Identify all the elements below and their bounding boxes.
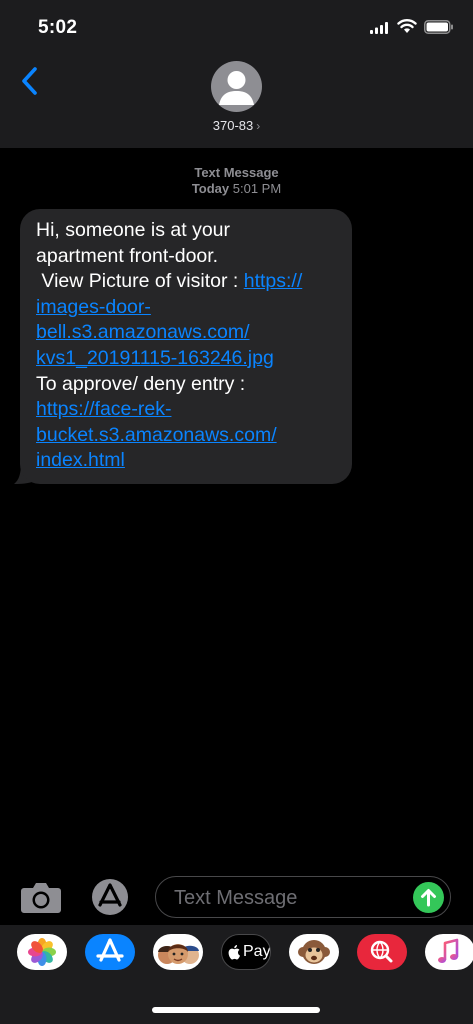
visitor-picture-link[interactable]: bell.s3.amazonaws.com/ bbox=[36, 320, 338, 346]
web-search-icon[interactable] bbox=[357, 934, 407, 970]
battery-icon bbox=[424, 20, 453, 34]
message-line: Hi, someone is at your bbox=[36, 219, 231, 241]
apple-pay-icon[interactable]: Pay bbox=[221, 934, 271, 970]
contact-avatar[interactable] bbox=[211, 61, 262, 112]
message-line: To approve/ deny entry : bbox=[36, 372, 246, 395]
back-chevron-icon[interactable] bbox=[18, 66, 44, 96]
thread-label: Text Message bbox=[194, 165, 279, 180]
thread-timestamp: Today 5:01 PM bbox=[0, 181, 473, 196]
app-store-icon[interactable] bbox=[85, 934, 135, 970]
monkey-animoji-icon[interactable] bbox=[289, 934, 339, 970]
camera-icon[interactable] bbox=[20, 879, 62, 915]
memoji-icon[interactable] bbox=[153, 934, 203, 970]
approve-entry-link[interactable]: bucket.s3.amazonaws.com/ bbox=[36, 423, 338, 449]
music-icon[interactable] bbox=[425, 934, 473, 970]
home-indicator[interactable] bbox=[152, 1007, 320, 1013]
approve-entry-link[interactable]: https://face-rek- bbox=[36, 397, 338, 423]
approve-entry-link[interactable]: index.html bbox=[36, 448, 338, 474]
message-bubble[interactable]: Hi, someone is at your apartment front-d… bbox=[20, 209, 352, 484]
cellular-signal-icon bbox=[370, 22, 388, 34]
message-input[interactable] bbox=[172, 885, 406, 911]
status-bar: 5:02 bbox=[0, 0, 473, 56]
app-store-apps-icon[interactable] bbox=[89, 878, 131, 916]
message-line: apartment front-door. bbox=[36, 244, 219, 267]
visitor-picture-link[interactable]: https:// bbox=[244, 270, 303, 292]
thread-date: Today bbox=[191, 181, 230, 196]
apple-pay-label: Pay bbox=[243, 943, 271, 960]
wifi-icon bbox=[397, 19, 417, 33]
message-input-field[interactable] bbox=[155, 876, 451, 918]
status-time: 5:02 bbox=[38, 17, 78, 38]
person-icon bbox=[219, 71, 254, 105]
contact-name-button[interactable]: 370-83 › bbox=[0, 118, 473, 133]
chevron-right-icon: › bbox=[256, 119, 261, 133]
visitor-picture-link[interactable]: images-door- bbox=[36, 295, 338, 321]
thread-time: 5:01 PM bbox=[232, 181, 282, 196]
message-line: View Picture of visitor : https:// bbox=[36, 269, 338, 295]
apple-logo-icon bbox=[228, 945, 240, 960]
contact-name: 370-83 bbox=[212, 118, 254, 133]
arrow-up-icon bbox=[421, 889, 436, 907]
message-text: View Picture of visitor : bbox=[36, 270, 244, 293]
photos-icon[interactable] bbox=[17, 934, 67, 970]
visitor-picture-link[interactable]: kvs1_20191115-163246.jpg bbox=[36, 346, 338, 372]
send-button[interactable] bbox=[413, 882, 444, 913]
